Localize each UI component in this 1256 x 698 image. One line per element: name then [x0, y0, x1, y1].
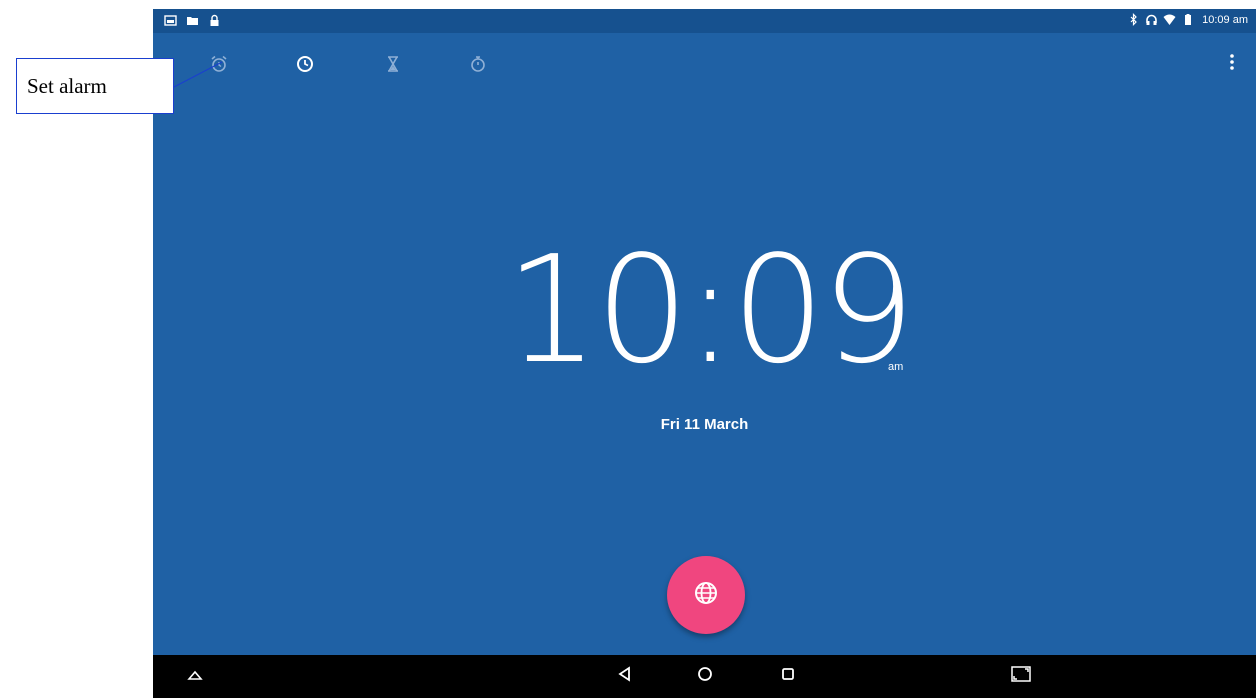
- page: 10:09 am 10:09 am Fri 11 March Set alarm: [0, 0, 1256, 698]
- status-right-icons: 10:09 am: [1127, 13, 1248, 26]
- wifi-icon: [1163, 13, 1176, 26]
- clock-date: Fri 11 March: [660, 416, 749, 433]
- navigation-bar: [153, 655, 1256, 698]
- clock-time: 10:09: [505, 224, 916, 396]
- headphones-icon: [1145, 13, 1158, 26]
- more-vert-icon: [1229, 53, 1235, 76]
- toolbar: [153, 47, 1256, 81]
- nav-back-button[interactable]: [604, 655, 644, 698]
- tab-clock[interactable]: [288, 47, 322, 81]
- stopwatch-icon: [469, 55, 487, 73]
- up-arrow-icon: [187, 668, 203, 686]
- bluetooth-icon: [1127, 13, 1140, 26]
- clock-app-screen: 10:09 am 10:09 am Fri 11 March: [153, 9, 1256, 698]
- nav-recents-button[interactable]: [768, 655, 808, 698]
- world-clock-button[interactable]: [667, 556, 745, 634]
- clock-display: 10:09 am: [153, 235, 1256, 385]
- nav-up-button[interactable]: [175, 655, 215, 698]
- recents-icon: [781, 667, 795, 686]
- globe-icon: [693, 580, 719, 611]
- back-icon: [617, 666, 631, 687]
- annotation-label: Set alarm: [27, 73, 107, 98]
- screenshot-icon: [1011, 666, 1031, 687]
- tab-timer[interactable]: [376, 47, 410, 81]
- home-icon: [697, 666, 713, 687]
- status-time: 10:09 am: [1202, 13, 1248, 26]
- clock-ampm: am: [888, 361, 904, 373]
- hourglass-icon: [384, 55, 402, 73]
- battery-icon: [1181, 13, 1194, 26]
- tab-stopwatch[interactable]: [461, 47, 495, 81]
- clock-icon: [296, 55, 314, 73]
- nav-home-button[interactable]: [685, 655, 725, 698]
- status-bar: 10:09 am: [153, 9, 1256, 33]
- nav-screenshot-button[interactable]: [1001, 655, 1041, 698]
- annotation-callout: Set alarm: [16, 58, 174, 114]
- more-options-button[interactable]: [1222, 53, 1242, 75]
